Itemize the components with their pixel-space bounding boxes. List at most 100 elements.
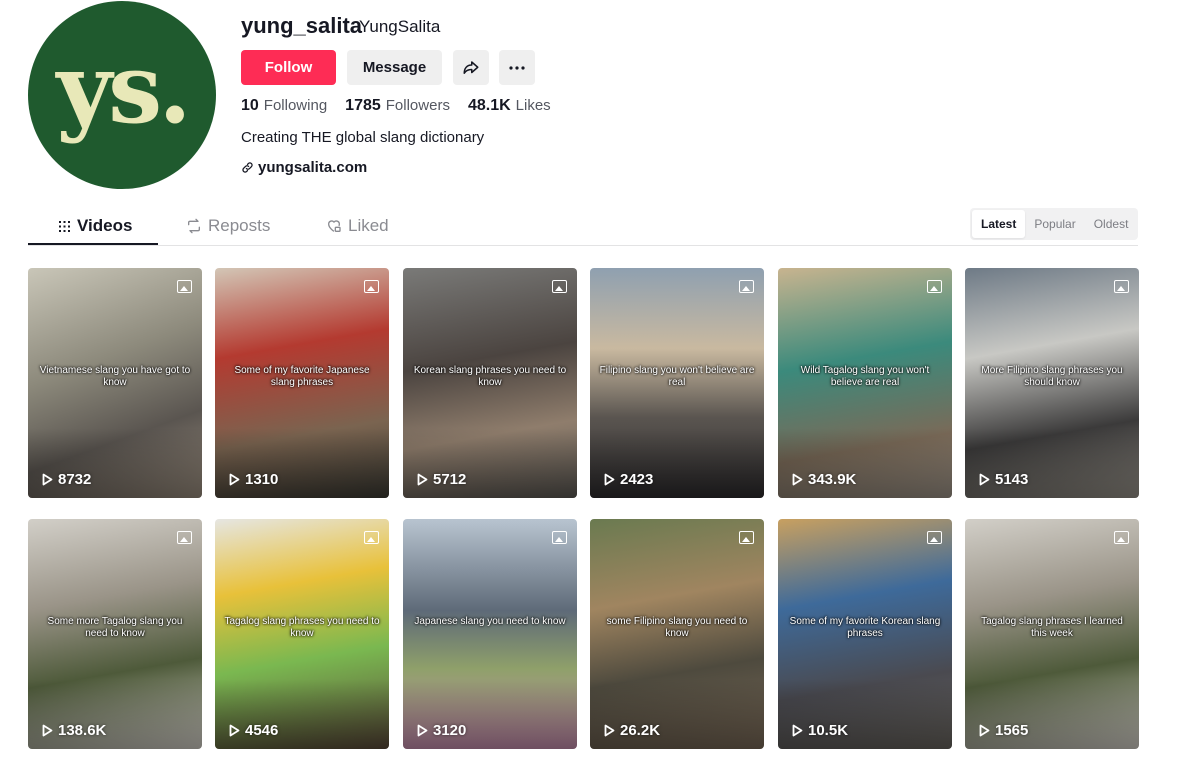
play-icon — [417, 724, 428, 737]
play-icon — [979, 724, 990, 737]
video-card[interactable]: Some of my favorite Japanese slang phras… — [215, 268, 389, 498]
play-icon — [604, 724, 615, 737]
more-options-button[interactable] — [499, 50, 535, 85]
video-card[interactable]: More Filipino slang phrases you should k… — [965, 268, 1139, 498]
sort-popular[interactable]: Popular — [1025, 210, 1084, 238]
video-card[interactable]: Filipino slang you won't believe are rea… — [590, 268, 764, 498]
view-count-text: 1310 — [245, 471, 279, 488]
photo-post-icon — [927, 531, 942, 544]
video-card[interactable]: Wild Tagalog slang you won't believe are… — [778, 268, 952, 498]
view-count: 8732 — [42, 471, 91, 488]
view-count-text: 2423 — [620, 471, 654, 488]
photo-post-icon — [177, 531, 192, 544]
photo-post-icon — [739, 280, 754, 293]
play-icon — [604, 473, 615, 486]
photo-post-icon — [1114, 531, 1129, 544]
repost-icon — [188, 218, 200, 234]
likes-count: 48.1K — [467, 97, 511, 114]
view-count: 5712 — [417, 471, 466, 488]
video-card[interactable]: Tagalog slang phrases you need to know 45… — [215, 519, 389, 749]
followers-count: 1785 — [345, 97, 381, 114]
view-count-text: 5712 — [433, 471, 467, 488]
tab-liked[interactable]: Liked — [326, 216, 389, 236]
nickname: YungSalita — [359, 17, 441, 36]
view-count: 4546 — [229, 722, 278, 739]
video-caption: Tagalog slang phrases you need to know — [224, 615, 380, 639]
sort-oldest[interactable]: Oldest — [1085, 210, 1138, 238]
play-icon — [229, 473, 240, 486]
play-icon — [979, 473, 990, 486]
following-stat[interactable]: 10 Following — [241, 97, 327, 115]
profile-bio: Creating THE global slang dictionary — [241, 129, 485, 146]
view-count: 138.6K — [42, 722, 106, 739]
followers-stat[interactable]: 1785 Followers — [345, 97, 450, 115]
play-icon — [792, 724, 803, 737]
view-count-text: 1565 — [995, 722, 1029, 739]
view-count: 3120 — [417, 722, 466, 739]
view-count-text: 10.5K — [808, 722, 849, 739]
video-caption: Korean slang phrases you need to know — [413, 364, 567, 388]
link-icon — [242, 162, 253, 173]
share-icon — [463, 60, 479, 74]
profile-stats: 10 Following 1785 Followers 48.1K Likes — [241, 97, 569, 115]
followers-label: Followers — [385, 97, 450, 114]
video-caption: More Filipino slang phrases you should k… — [981, 364, 1123, 388]
heart-lock-icon — [328, 220, 341, 232]
view-count-text: 343.9K — [808, 471, 857, 488]
photo-post-icon — [364, 531, 379, 544]
view-count: 1565 — [979, 722, 1028, 739]
likes-stat: 48.1K Likes — [468, 97, 551, 115]
play-icon — [417, 473, 428, 486]
grid-icon — [59, 220, 70, 232]
username: yung_salita — [241, 13, 363, 38]
tab-videos[interactable]: Videos — [58, 216, 132, 236]
video-card[interactable]: Korean slang phrases you need to know 571… — [403, 268, 577, 498]
video-card[interactable]: Some more Tagalog slang you need to know… — [28, 519, 202, 749]
video-caption: some Filipino slang you need to know — [606, 615, 748, 639]
ellipsis-icon — [509, 65, 525, 70]
video-caption: Vietnamese slang you have got to know — [39, 364, 191, 388]
video-card[interactable]: Tagalog slang phrases I learned this wee… — [965, 519, 1139, 749]
photo-post-icon — [739, 531, 754, 544]
photo-post-icon — [552, 280, 567, 293]
view-count: 10.5K — [792, 722, 848, 739]
likes-label: Likes — [515, 97, 551, 114]
photo-post-icon — [1114, 280, 1129, 293]
following-count: 10 — [241, 97, 259, 114]
play-icon — [42, 473, 53, 486]
view-count-text: 5143 — [995, 471, 1029, 488]
profile-link[interactable]: yungsalita.com — [241, 159, 367, 176]
avatar[interactable]: ys. — [28, 1, 216, 189]
photo-post-icon — [364, 280, 379, 293]
video-caption: Some of my favorite Korean slang phrases — [789, 615, 941, 639]
view-count-text: 8732 — [58, 471, 92, 488]
view-count: 2423 — [604, 471, 653, 488]
video-card[interactable]: Japanese slang you need to know 3120 — [403, 519, 577, 749]
sort-latest[interactable]: Latest — [972, 210, 1026, 238]
tab-reposts[interactable]: Reposts — [186, 216, 270, 236]
photo-post-icon — [927, 280, 942, 293]
message-button[interactable]: Message — [347, 50, 442, 85]
view-count: 343.9K — [792, 471, 856, 488]
video-caption: Japanese slang you need to know — [414, 615, 566, 627]
video-caption: Wild Tagalog slang you won't believe are… — [800, 364, 930, 388]
active-tab-indicator — [28, 243, 158, 245]
video-card[interactable]: Some of my favorite Korean slang phrases… — [778, 519, 952, 749]
avatar-logo-text: ys. — [56, 31, 191, 145]
view-count-text: 138.6K — [58, 722, 107, 739]
play-icon — [792, 473, 803, 486]
following-label: Following — [263, 97, 328, 114]
view-count: 5143 — [979, 471, 1028, 488]
tab-videos-label: Videos — [77, 216, 133, 235]
video-card[interactable]: Vietnamese slang you have got to know 873… — [28, 268, 202, 498]
photo-post-icon — [177, 280, 192, 293]
follow-button[interactable]: Follow — [241, 50, 336, 85]
view-count-text: 4546 — [245, 722, 279, 739]
photo-post-icon — [552, 531, 567, 544]
video-card[interactable]: some Filipino slang you need to know 26.2… — [590, 519, 764, 749]
profile-link-text: yungsalita.com — [258, 159, 368, 176]
share-button[interactable] — [453, 50, 489, 85]
video-caption: Some more Tagalog slang you need to know — [47, 615, 183, 639]
play-icon — [42, 724, 53, 737]
view-count: 1310 — [229, 471, 278, 488]
